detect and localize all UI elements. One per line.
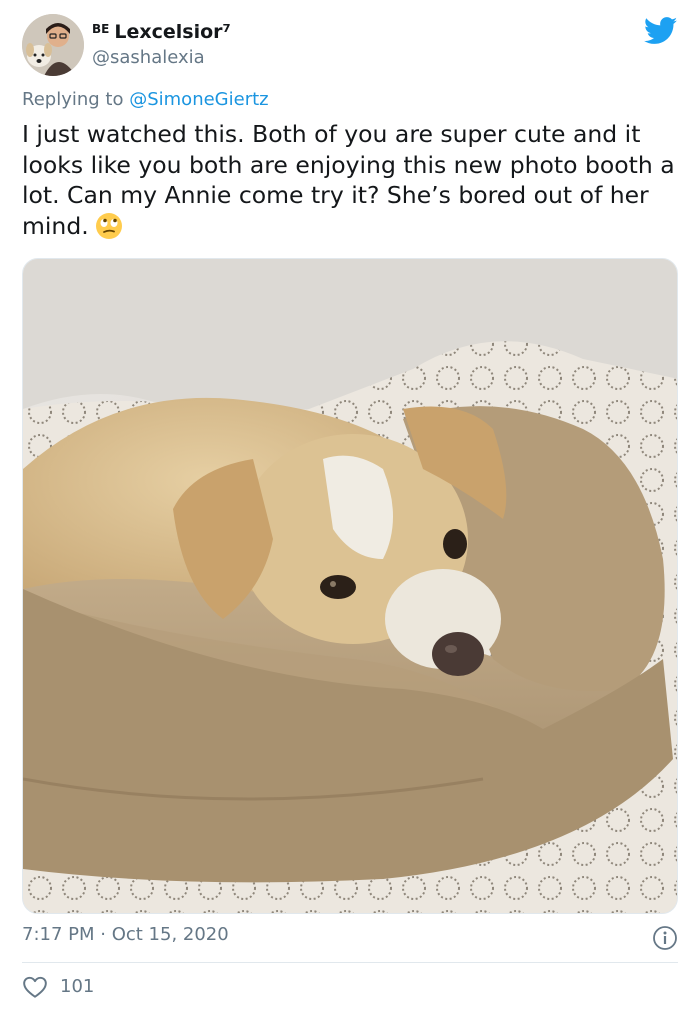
- tweet-timestamp[interactable]: 7:17 PM · Oct 15, 2020: [22, 924, 229, 945]
- like-count: 101: [60, 976, 95, 997]
- user-avatar[interactable]: [22, 14, 84, 76]
- face-with-rolling-eyes-icon: [95, 212, 122, 239]
- reply-to-link[interactable]: @SimoneGiertz: [129, 89, 268, 110]
- heart-icon[interactable]: [22, 975, 48, 999]
- reply-prefix: Replying to: [22, 89, 124, 110]
- twitter-bird-icon[interactable]: [644, 17, 678, 45]
- display-name[interactable]: BE Lexcelsior⁷: [92, 21, 231, 43]
- reply-context: Replying to @SimoneGiertz: [22, 89, 269, 110]
- user-handle[interactable]: @sashalexia: [92, 47, 205, 68]
- tweet-text: I just watched this. Both of you are sup…: [22, 119, 682, 241]
- divider: [22, 962, 678, 963]
- tweet-photo[interactable]: [22, 258, 678, 914]
- display-name-badge: BE: [92, 22, 110, 36]
- info-icon[interactable]: [652, 925, 678, 951]
- display-name-text: Lexcelsior⁷: [114, 21, 231, 43]
